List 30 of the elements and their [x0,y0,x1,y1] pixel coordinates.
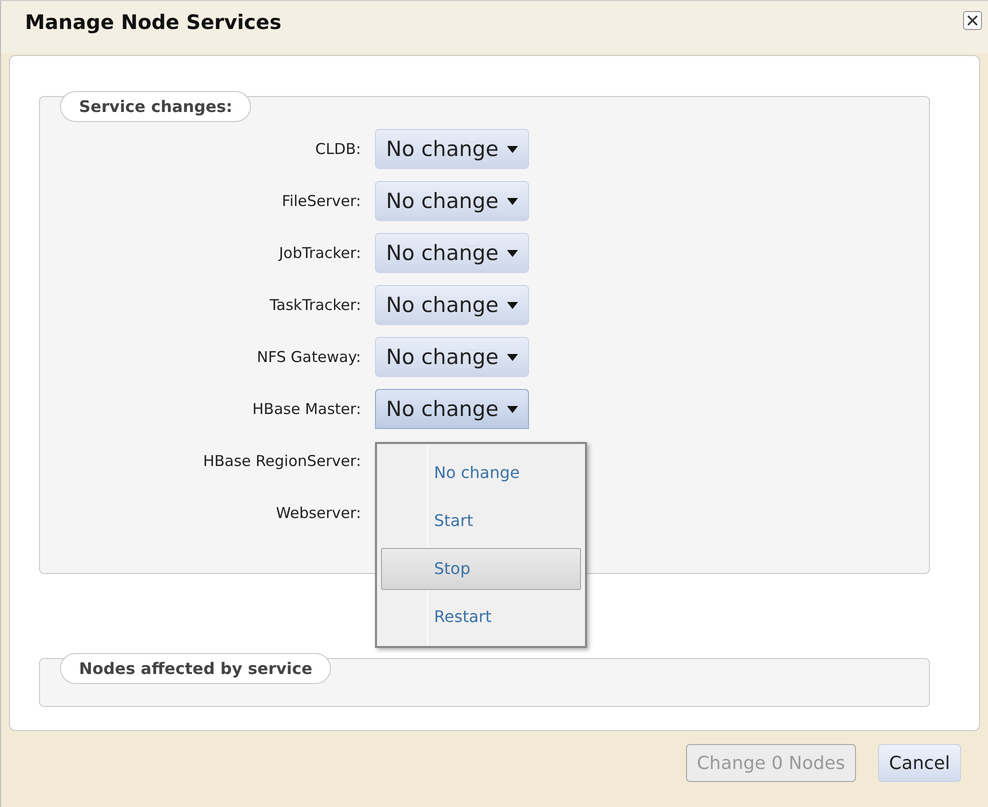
menu-item[interactable]: Start [381,500,581,542]
caret-icon [506,250,518,256]
field-label: FileServer: [280,192,361,210]
fieldset-legend: Nodes affected by service [60,653,332,684]
dialog-button[interactable]: Cancel [878,744,961,782]
fieldset-legend: Service changes: [60,91,252,122]
dialog-title: Manage Node Services [25,10,282,34]
field-label: HBase Master: [251,400,361,418]
field-label: NFS Gateway: [256,348,361,366]
caret-icon [506,198,518,204]
select-dropdown[interactable]: No change [375,233,529,273]
select-dropdown[interactable]: No change [375,129,529,169]
close-button[interactable] [963,10,982,30]
select-dropdown[interactable]: No change [375,337,529,377]
caret-icon [506,302,518,308]
caret-icon [506,406,518,412]
field-label: HBase RegionServer: [202,452,361,470]
field-label: Webserver: [275,504,361,522]
select-dropdown[interactable]: No change [375,285,529,325]
caret-icon [506,354,518,360]
close-icon [967,14,978,26]
select-dropdown[interactable]: No change [375,389,529,429]
field-label: JobTracker: [277,244,361,262]
caret-icon [506,146,518,152]
field-label: TaskTracker: [268,296,361,314]
menu-item[interactable]: Stop [381,548,581,590]
select-dropdown[interactable]: No change [375,181,529,221]
menu-item[interactable]: No change [381,452,581,494]
field-label: CLDB: [314,140,361,158]
menu-item[interactable]: Restart [381,596,581,638]
